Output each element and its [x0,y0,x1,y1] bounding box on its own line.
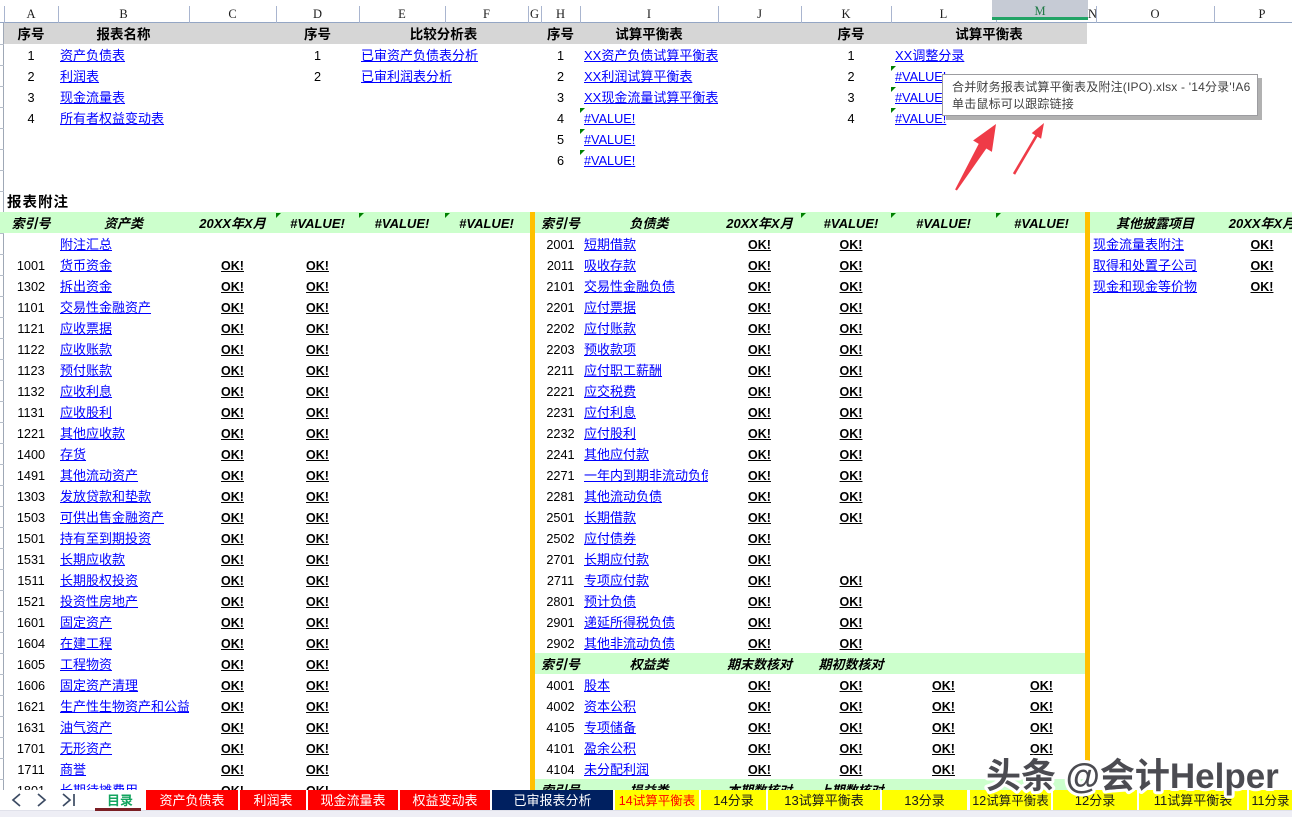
svg-text:头条 @会计Helper: 头条 @会计Helper [986,748,1279,799]
